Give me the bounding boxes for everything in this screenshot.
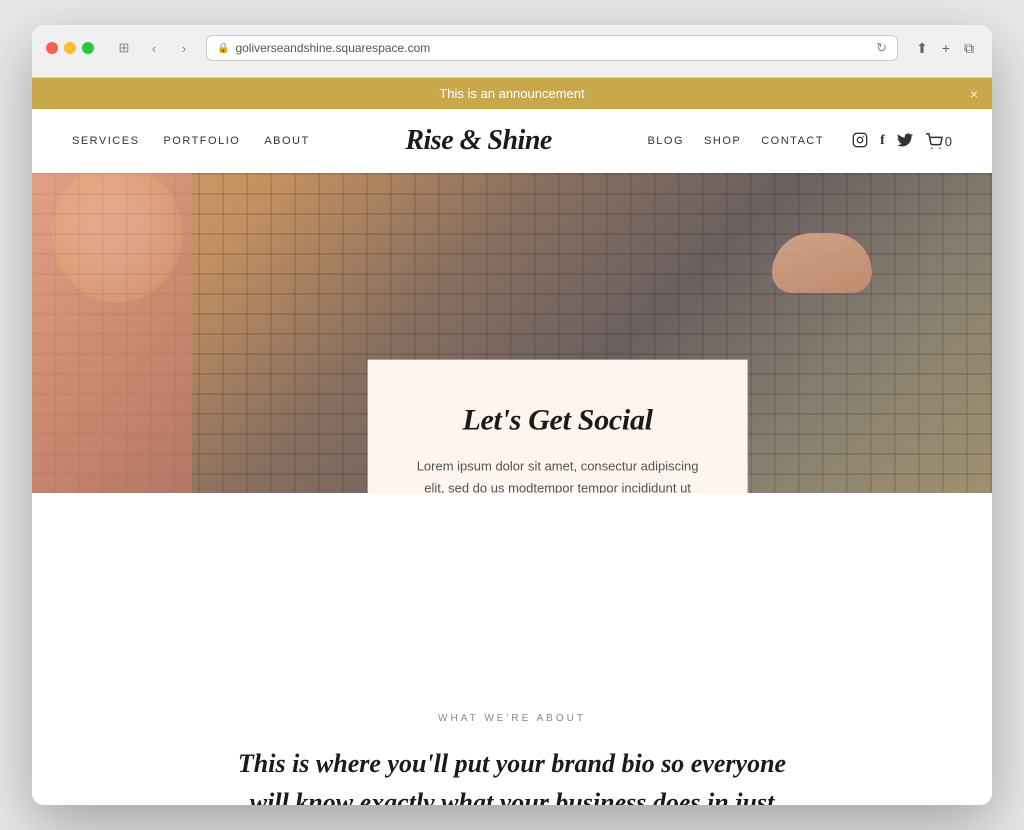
browser-actions: ⬆ + ⧉ xyxy=(912,38,978,59)
close-button[interactable] xyxy=(46,42,58,54)
social-card-title: Let's Get Social xyxy=(408,404,708,438)
cart-button[interactable]: 0 xyxy=(925,133,952,149)
forward-button[interactable]: › xyxy=(172,36,196,60)
back-button[interactable]: ‹ xyxy=(142,36,166,60)
website-content: This is an announcement × SERVICES PORTF… xyxy=(32,78,992,805)
cart-count: 0 xyxy=(945,134,952,149)
site-logo[interactable]: Rise & Shine xyxy=(310,125,648,157)
address-bar[interactable]: 🔒 goliverseandshine.squarespace.com ↻ xyxy=(206,35,898,61)
nav-link-contact[interactable]: CONTACT xyxy=(761,135,824,147)
about-headline: This is where you'll put your brand bio … xyxy=(232,744,792,805)
nav-link-about[interactable]: ABOUT xyxy=(264,135,309,147)
hero-hand xyxy=(772,233,872,293)
browser-controls: ⊞ ‹ › xyxy=(112,36,196,60)
nav-link-shop[interactable]: SHOP xyxy=(704,135,741,147)
announcement-bar: This is an announcement × xyxy=(32,78,992,109)
sidebar-toggle-button[interactable]: ⊞ xyxy=(112,36,136,60)
url-text: goliverseandshine.squarespace.com xyxy=(235,41,430,55)
nav-left-links: SERVICES PORTFOLIO ABOUT xyxy=(72,135,310,147)
reload-button[interactable]: ↻ xyxy=(876,40,887,56)
social-card-text: Lorem ipsum dolor sit amet, consectur ad… xyxy=(408,456,708,493)
facebook-icon[interactable]: f xyxy=(880,133,885,149)
announcement-text: This is an announcement xyxy=(439,86,584,101)
maximize-button[interactable] xyxy=(82,42,94,54)
nav-link-services[interactable]: SERVICES xyxy=(72,135,139,147)
social-card: Let's Get Social Lorem ipsum dolor sit a… xyxy=(368,360,748,493)
traffic-lights xyxy=(46,42,94,54)
new-tab-button[interactable]: + xyxy=(938,38,954,59)
twitter-icon[interactable] xyxy=(897,133,913,150)
lock-icon: 🔒 xyxy=(217,43,229,54)
instagram-icon[interactable] xyxy=(852,132,868,151)
announcement-close-button[interactable]: × xyxy=(970,86,978,102)
nav-link-portfolio[interactable]: PORTFOLIO xyxy=(163,135,240,147)
hero-section: Let's Get Social Lorem ipsum dolor sit a… xyxy=(32,173,992,493)
share-button[interactable]: ⬆ xyxy=(912,38,932,59)
minimize-button[interactable] xyxy=(64,42,76,54)
copy-button[interactable]: ⧉ xyxy=(960,38,978,59)
browser-chrome: ⊞ ‹ › 🔒 goliverseandshine.squarespace.co… xyxy=(32,25,992,78)
hero-pink-fabric xyxy=(32,173,192,493)
social-icons: f 0 xyxy=(852,132,952,151)
main-nav: SERVICES PORTFOLIO ABOUT Rise & Shine BL… xyxy=(32,109,992,173)
about-eyebrow: WHAT WE'RE ABOUT xyxy=(72,713,952,724)
nav-link-blog[interactable]: BLOG xyxy=(647,135,684,147)
nav-right-links: BLOG SHOP CONTACT f 0 xyxy=(647,132,952,151)
browser-window: ⊞ ‹ › 🔒 goliverseandshine.squarespace.co… xyxy=(32,25,992,805)
about-section: WHAT WE'RE ABOUT This is where you'll pu… xyxy=(32,653,992,805)
